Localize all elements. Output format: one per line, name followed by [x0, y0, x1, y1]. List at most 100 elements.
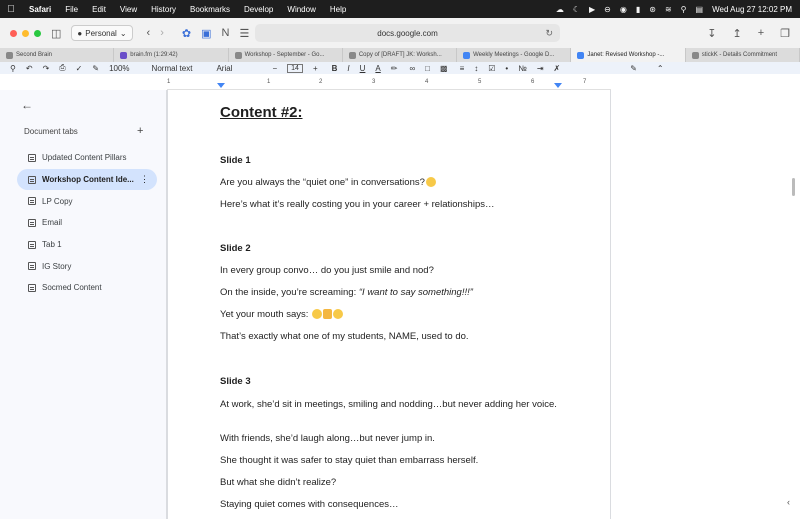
tab-label: Copy of [DRAFT] JK: Worksh... [358, 52, 442, 58]
back-icon[interactable]: ‹ [147, 27, 151, 39]
line-spacing-icon[interactable]: ↕ [474, 64, 478, 73]
doc-tab-tab-1[interactable]: Tab 1 [17, 234, 157, 256]
tab-favicon [348, 51, 356, 59]
tab-second-brain[interactable]: Second Brain [0, 48, 115, 62]
collapse-toolbar-icon[interactable]: ⌃ [657, 64, 664, 73]
font-select[interactable]: Arial [216, 64, 232, 73]
more-options-icon[interactable]: ⋮ [140, 174, 149, 185]
extension-icon[interactable]: ✿ [182, 27, 191, 40]
wifi-icon[interactable]: ≋ [665, 5, 672, 14]
paint-format-icon[interactable]: ✎ [92, 64, 99, 73]
menu-file[interactable]: File [58, 5, 85, 14]
tab-stickk[interactable]: stickK - Details Commitment [686, 48, 800, 62]
left-indent-marker[interactable] [217, 83, 225, 88]
increase-font-size-button[interactable]: + [313, 64, 318, 73]
reader-icon[interactable]: ☰ [239, 27, 249, 40]
tab-favicon [120, 51, 128, 59]
underline-button[interactable]: U [360, 64, 366, 73]
share-icon[interactable]: ↥ [732, 27, 741, 40]
clock[interactable]: Wed Aug 27 12:02 PM [712, 5, 792, 14]
tab-janet-revised[interactable]: Janet: Revised Workshop -... [571, 48, 686, 62]
slide-2-line-3-text: Yet your mouth says: [220, 309, 312, 320]
menu-history[interactable]: History [144, 5, 183, 14]
forward-icon[interactable]: › [160, 27, 164, 39]
apple-icon[interactable]:  [0, 4, 22, 15]
ruler-tick: 6 [531, 79, 535, 85]
close-window-button[interactable] [10, 29, 17, 37]
tab-copy-draft[interactable]: Copy of [DRAFT] JK: Worksh... [343, 48, 458, 62]
address-bar[interactable]: docs.google.com ↻ [255, 24, 560, 42]
tab-overview-icon[interactable]: ❐ [780, 27, 790, 40]
doc-tab-updated-content-pillars[interactable]: Updated Content Pillars [17, 147, 157, 169]
bluetooth-icon[interactable]: ⊛ [649, 5, 656, 14]
indent-icon[interactable]: ⇥ [537, 64, 544, 73]
tab-workshop-september[interactable]: Workshop - September - Go... [229, 48, 343, 62]
cloud-icon[interactable]: ☁ [556, 5, 564, 14]
new-tab-icon[interactable]: + [758, 27, 764, 40]
doc-tab-lp-copy[interactable]: LP Copy [17, 190, 157, 212]
add-tab-button[interactable]: + [137, 125, 143, 137]
side-panel-toggle-icon[interactable]: ‹ [787, 497, 790, 507]
ruler-tick: 1 [167, 79, 171, 85]
redo-icon[interactable]: ↷ [43, 64, 50, 73]
doc-tab-workshop-content-ideas[interactable]: Workshop Content Ide... ⋮ [17, 168, 157, 191]
decrease-font-size-button[interactable]: − [272, 64, 277, 73]
comment-icon[interactable]: □ [425, 64, 430, 73]
font-size-input[interactable]: 14 [287, 63, 303, 73]
record-icon[interactable]: ◉ [620, 5, 627, 14]
link-icon[interactable]: ∞ [409, 64, 415, 73]
reload-icon[interactable]: ↻ [545, 28, 553, 39]
text-color-button[interactable]: A [375, 64, 380, 73]
tab-weekly-meetings[interactable]: Weekly Meetings - Google D... [457, 48, 572, 62]
editing-mode-icon[interactable]: ✎ [630, 64, 637, 73]
zoom-window-button[interactable] [34, 29, 41, 37]
menu-bookmarks[interactable]: Bookmarks [183, 5, 237, 14]
sidebar-toggle-icon[interactable]: ◫ [51, 27, 61, 40]
menu-develop[interactable]: Develop [237, 5, 280, 14]
highlight-icon[interactable]: ✏ [391, 64, 398, 73]
print-icon[interactable]: ⎙ [59, 63, 65, 73]
back-arrow-icon[interactable]: ← [21, 98, 33, 112]
scrollbar-thumb[interactable] [792, 178, 795, 196]
style-select[interactable]: Normal text [152, 64, 193, 73]
spellcheck-icon[interactable]: ✓ [76, 64, 83, 73]
tab-brain-fm[interactable]: brain.fm (1:29:42) [114, 48, 229, 62]
menu-help[interactable]: Help [323, 5, 353, 14]
clear-format-icon[interactable]: ✗ [554, 64, 561, 73]
document-icon [28, 283, 36, 292]
doc-tab-socmed-content[interactable]: Socmed Content [17, 277, 157, 299]
bullet-list-icon[interactable]: • [505, 64, 508, 73]
doc-tab-label: Socmed Content [42, 283, 102, 293]
image-icon[interactable]: ▩ [440, 64, 448, 73]
menu-view[interactable]: View [113, 5, 144, 14]
search-menus-icon[interactable]: ⚲ [10, 64, 16, 73]
search-icon[interactable]: ⚲ [681, 5, 687, 14]
right-indent-marker[interactable] [554, 83, 562, 88]
minus-circle-icon[interactable]: ⊖ [604, 5, 611, 14]
numbered-list-icon[interactable]: № [518, 64, 527, 73]
download-icon[interactable]: ↧ [707, 27, 716, 40]
docs-toolbar: ⚲ ↶ ↷ ⎙ ✓ ✎ 100% Normal text Arial − 14 … [0, 62, 800, 74]
play-icon[interactable]: ▶ [589, 5, 595, 14]
notion-icon[interactable]: N [222, 27, 230, 39]
undo-icon[interactable]: ↶ [26, 64, 33, 73]
doc-tab-ig-story[interactable]: IG Story [17, 255, 157, 277]
doc-tab-email[interactable]: Email [17, 212, 157, 234]
minimize-window-button[interactable] [22, 29, 29, 37]
battery-icon[interactable]: ▮ [636, 5, 640, 14]
zoom-select[interactable]: 100% [109, 64, 129, 73]
slide-3-line-3: She thought it was safer to stay quiet t… [220, 455, 479, 466]
app-menu[interactable]: Safari [22, 5, 58, 14]
italic-button[interactable]: I [347, 64, 349, 73]
extension-icon-2[interactable]: ▣ [201, 27, 211, 40]
ruler[interactable]: 1 1 2 3 4 5 6 7 [167, 74, 611, 90]
bold-button[interactable]: B [332, 64, 338, 73]
menu-edit[interactable]: Edit [85, 5, 113, 14]
checklist-icon[interactable]: ☑ [488, 64, 495, 73]
align-icon[interactable]: ≡ [460, 64, 465, 73]
slide-2-line-3: Yet your mouth says: [220, 309, 344, 320]
profile-selector[interactable]: ● Personal ⌄ [71, 25, 133, 41]
control-center-icon[interactable]: ▤ [696, 5, 704, 14]
menu-window[interactable]: Window [280, 5, 322, 14]
moon-icon[interactable]: ☾ [573, 5, 580, 14]
